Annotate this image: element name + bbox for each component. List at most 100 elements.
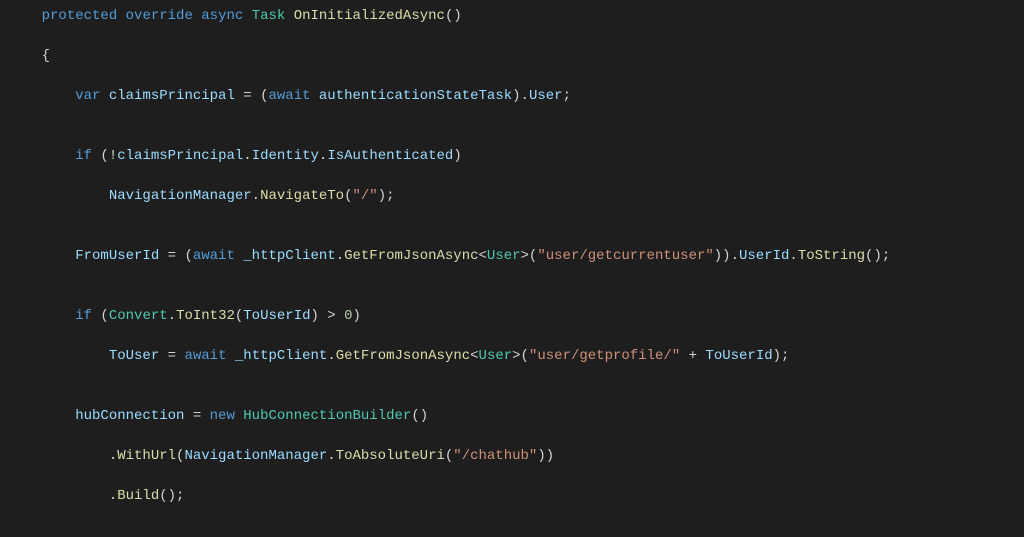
token-pun: . (789, 248, 797, 264)
code-line[interactable]: hubConnection = new HubConnectionBuilder… (0, 406, 1024, 426)
code-line[interactable]: if (!claimsPrincipal.Identity.IsAuthenti… (0, 146, 1024, 166)
token-pun (8, 248, 75, 264)
token-pun: ; (563, 88, 571, 104)
code-line[interactable]: NavigationManager.NavigateTo("/"); (0, 186, 1024, 206)
token-pun: . (336, 248, 344, 264)
token-str: "user/getcurrentuser" (537, 248, 713, 264)
token-pun: >( (521, 248, 538, 264)
code-line[interactable]: FromUserId = (await _httpClient.GetFromJ… (0, 246, 1024, 266)
token-pun: . (8, 488, 117, 504)
token-var: ToUser (109, 348, 159, 364)
token-pun (8, 308, 75, 324)
token-pun: . (243, 148, 251, 164)
token-fn: NavigateTo (260, 188, 344, 204)
token-pun: >( (512, 348, 529, 364)
token-str: "/" (352, 188, 377, 204)
code-line[interactable]: .WithUrl(NavigationManager.ToAbsoluteUri… (0, 446, 1024, 466)
token-type: User (479, 348, 513, 364)
token-pun: . (8, 448, 117, 464)
token-pun: ); (773, 348, 790, 364)
token-kw: async (201, 8, 243, 24)
token-pun (193, 8, 201, 24)
token-pun: (); (865, 248, 890, 264)
token-pun: . (327, 448, 335, 464)
token-var: NavigationManager (184, 448, 327, 464)
token-pun (285, 8, 293, 24)
token-kw: await (193, 248, 235, 264)
token-var: claimsPrincipal (117, 148, 243, 164)
token-kw: if (75, 308, 92, 324)
token-pun: < (479, 248, 487, 264)
token-pun: )) (537, 448, 554, 464)
token-pun (311, 88, 319, 104)
token-pun (117, 8, 125, 24)
token-pun: . (252, 188, 260, 204)
token-pun (100, 88, 108, 104)
token-fn: ToInt32 (176, 308, 235, 324)
token-pun (8, 408, 75, 424)
token-kw: protected (42, 8, 118, 24)
token-pun: () (445, 8, 462, 24)
token-pun: ( (92, 308, 109, 324)
code-line[interactable]: var claimsPrincipal = (await authenticat… (0, 86, 1024, 106)
token-pun: . (327, 348, 335, 364)
token-var: User (529, 88, 563, 104)
token-pun: < (470, 348, 478, 364)
code-editor[interactable]: protected override async Task OnInitiali… (0, 0, 1024, 537)
token-pun: )). (714, 248, 739, 264)
token-pun: ) (353, 308, 361, 324)
token-num: 0 (344, 308, 352, 324)
token-var: hubConnection (75, 408, 184, 424)
token-pun: ) > (311, 308, 345, 324)
token-kw: await (268, 88, 310, 104)
token-var: ToUserId (243, 308, 310, 324)
token-fn: ToString (798, 248, 865, 264)
token-pun (243, 8, 251, 24)
code-line[interactable]: ToUser = await _httpClient.GetFromJsonAs… (0, 346, 1024, 366)
token-kw: var (75, 88, 100, 104)
token-pun (8, 348, 109, 364)
token-pun (8, 88, 75, 104)
token-var: claimsPrincipal (109, 88, 235, 104)
token-fn: ToAbsoluteUri (336, 448, 445, 464)
token-kw: await (184, 348, 226, 364)
token-fn: GetFromJsonAsync (336, 348, 470, 364)
token-pun (8, 188, 109, 204)
token-pun: = (184, 408, 209, 424)
token-type: Task (252, 8, 286, 24)
token-var: _httpClient (243, 248, 335, 264)
token-fn: GetFromJsonAsync (344, 248, 478, 264)
token-type: HubConnectionBuilder (243, 408, 411, 424)
token-fn: WithUrl (117, 448, 176, 464)
token-pun: (! (92, 148, 117, 164)
token-type: Convert (109, 308, 168, 324)
token-fn: OnInitializedAsync (294, 8, 445, 24)
token-var: Identity (252, 148, 319, 164)
token-var: _httpClient (235, 348, 327, 364)
token-pun: ) (453, 148, 461, 164)
token-kw: override (126, 8, 193, 24)
token-pun (8, 148, 75, 164)
token-str: "/chathub" (453, 448, 537, 464)
code-line[interactable]: .Build(); (0, 486, 1024, 506)
token-type: User (487, 248, 521, 264)
token-var: IsAuthenticated (327, 148, 453, 164)
token-kw: new (210, 408, 235, 424)
token-pun (226, 348, 234, 364)
token-var: FromUserId (75, 248, 159, 264)
token-pun: ); (378, 188, 395, 204)
token-str: "user/getprofile/" (529, 348, 680, 364)
code-line[interactable]: protected override async Task OnInitiali… (0, 6, 1024, 26)
token-pun: () (411, 408, 428, 424)
token-kw: if (75, 148, 92, 164)
token-var: UserId (739, 248, 789, 264)
token-pun: . (168, 308, 176, 324)
token-pun: (); (159, 488, 184, 504)
token-pun: { (8, 48, 50, 64)
code-line[interactable]: if (Convert.ToInt32(ToUserId) > 0) (0, 306, 1024, 326)
token-pun: = ( (159, 248, 193, 264)
token-pun: + (680, 348, 705, 364)
token-pun: ). (512, 88, 529, 104)
token-fn: Build (117, 488, 159, 504)
code-line[interactable]: { (0, 46, 1024, 66)
